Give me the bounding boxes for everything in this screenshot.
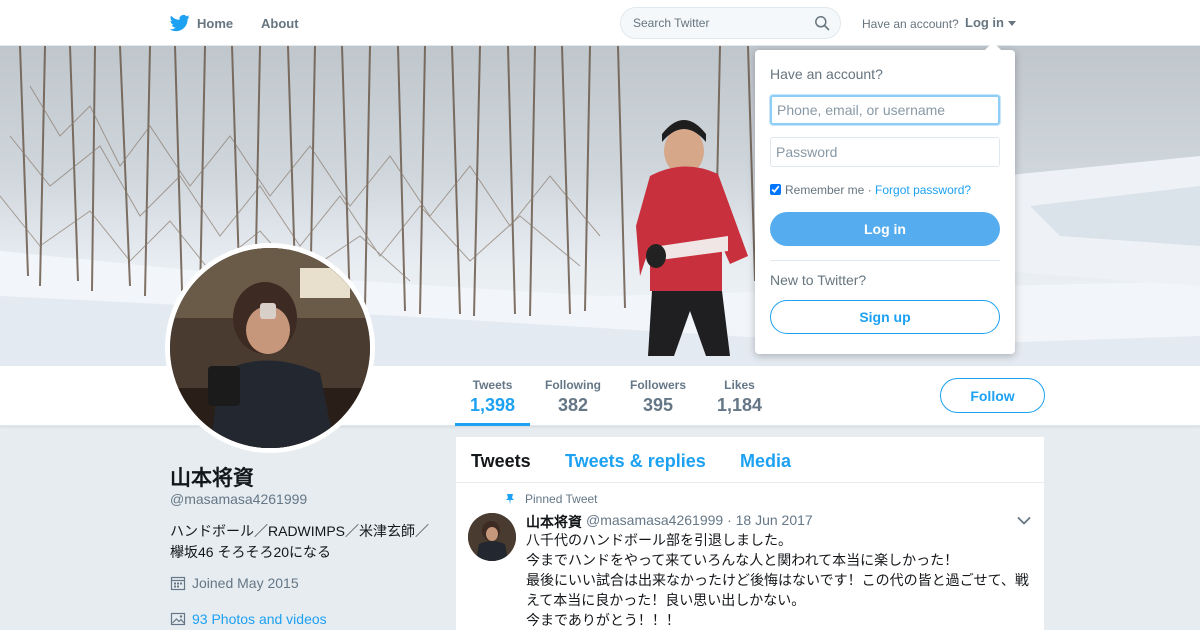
- tab-tweets[interactable]: Tweets: [471, 451, 531, 472]
- stat-tweets[interactable]: Tweets 1,398: [470, 378, 515, 416]
- remember-row: Remember me · Forgot password?: [770, 183, 971, 197]
- signup-button[interactable]: Sign up: [770, 300, 1000, 334]
- image-icon: [170, 612, 186, 626]
- tweet-author-name[interactable]: 山本将資: [526, 512, 582, 532]
- caret-down-icon[interactable]: [1008, 21, 1016, 26]
- profile-name[interactable]: 山本将資: [170, 462, 254, 492]
- top-navigation-bar: Home About Have an account? Log in: [0, 0, 1200, 46]
- stat-followers[interactable]: Followers 395: [630, 378, 686, 416]
- follow-button[interactable]: Follow: [940, 378, 1045, 413]
- nav-about-link[interactable]: About: [261, 16, 299, 31]
- calendar-icon: [170, 576, 186, 591]
- tweet-line: 最後にいい試合は出来なかったけど後悔はないです！この代の皆と過ごせて、戦: [526, 572, 1029, 588]
- login-menu-toggle[interactable]: Log in: [965, 15, 1004, 30]
- login-button[interactable]: Log in: [770, 212, 1000, 246]
- tweet-avatar[interactable]: [468, 513, 516, 561]
- timeline-tabs: Tweets Tweets & replies Media: [456, 437, 1044, 483]
- tweet-line: 八千代のハンドボール部を引退しました。: [526, 532, 792, 548]
- stat-value: 1,398: [470, 395, 516, 415]
- tweet-line: 今までハンドをやって来ていろんな人と関われて本当に楽しかった！: [526, 552, 959, 568]
- bio-line: ハンドボール／RADWIMPS／米津玄師／: [170, 523, 429, 539]
- pin-icon: [506, 494, 514, 505]
- profile-avatar[interactable]: [165, 243, 375, 453]
- stat-likes[interactable]: Likes 1,184: [717, 378, 762, 416]
- forgot-password-link[interactable]: Forgot password?: [875, 183, 971, 197]
- twitter-bird-icon[interactable]: [170, 13, 190, 33]
- search-icon[interactable]: [814, 15, 830, 31]
- stat-label: Likes: [724, 378, 755, 392]
- stat-value: 395: [642, 395, 674, 415]
- profile-photos-link[interactable]: 93 Photos and videos: [170, 611, 327, 627]
- avatar-photo: [170, 248, 370, 448]
- stat-following[interactable]: Following 382: [545, 378, 601, 416]
- chevron-down-icon[interactable]: [1017, 516, 1031, 526]
- login-dropdown: Have an account? Remember me · Forgot pa…: [755, 42, 1015, 354]
- tweet-handle-date[interactable]: @masamasa4261999 · 18 Jun 2017: [586, 512, 813, 528]
- pinned-tweet-label: Pinned Tweet: [525, 492, 598, 506]
- search-box: [620, 7, 841, 39]
- profile-bio: ハンドボール／RADWIMPS／米津玄師／ 欅坂46 そろそろ20になる: [170, 521, 440, 563]
- profile-handle[interactable]: @masamasa4261999: [170, 491, 307, 507]
- tab-tweets-replies[interactable]: Tweets & replies: [565, 451, 706, 472]
- separator-dot: ·: [867, 183, 872, 197]
- nav-home-link[interactable]: Home: [197, 16, 233, 31]
- bio-line: 欅坂46 そろそろ20になる: [170, 544, 332, 560]
- new-to-twitter-text: New to Twitter?: [770, 272, 867, 288]
- stat-label: Following: [545, 378, 601, 392]
- tweet-text: 八千代のハンドボール部を引退しました。 今までハンドをやって来ていろんな人と関わ…: [526, 530, 1036, 630]
- stat-label: Followers: [630, 378, 687, 392]
- timeline: Tweets Tweets & replies Media Pinned Twe…: [456, 437, 1044, 630]
- tweet-line: 今までありがとう！！！: [526, 612, 680, 628]
- active-stat-indicator: [455, 423, 530, 426]
- stat-value: 1,184: [717, 395, 763, 415]
- stat-value: 382: [557, 395, 589, 415]
- divider: [770, 260, 1000, 261]
- stat-label: Tweets: [472, 378, 513, 392]
- password-field[interactable]: [770, 137, 1000, 167]
- remember-label[interactable]: Remember me: [785, 183, 864, 197]
- search-input[interactable]: [621, 8, 801, 38]
- dropdown-title: Have an account?: [770, 66, 883, 82]
- have-account-text: Have an account?: [862, 17, 959, 31]
- tab-media[interactable]: Media: [740, 451, 791, 472]
- tweet-avatar-photo: [468, 513, 516, 561]
- profile-joined-date: Joined May 2015: [170, 575, 299, 591]
- username-field[interactable]: [770, 95, 1000, 125]
- photos-text[interactable]: 93 Photos and videos: [192, 611, 327, 627]
- joined-text: Joined May 2015: [192, 575, 299, 591]
- tweet-line: えて本当に良かった！良い思い出しかない。: [526, 592, 806, 608]
- remember-checkbox[interactable]: [770, 184, 781, 195]
